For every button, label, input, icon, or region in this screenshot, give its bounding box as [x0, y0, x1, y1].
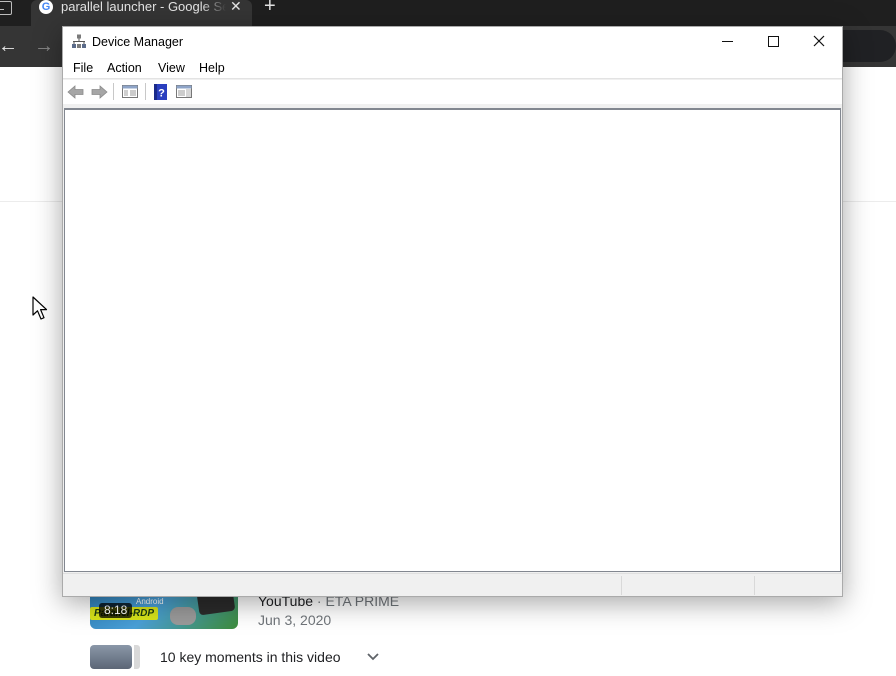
key-moment-thumbnail[interactable] — [90, 645, 132, 669]
action-pane-icon[interactable] — [175, 83, 193, 101]
device-manager-window: Device Manager File Action View Help ? — [62, 26, 843, 597]
status-pane — [621, 576, 754, 595]
device-manager-icon — [72, 34, 86, 48]
tab-strip-icon[interactable] — [0, 1, 12, 15]
status-bar — [63, 573, 842, 596]
help-icon[interactable]: ? — [152, 83, 170, 101]
browser-tab-bar: G parallel launcher - Google Search ✕ + — [0, 0, 896, 26]
menu-action[interactable]: Action — [107, 60, 142, 76]
menu-help[interactable]: Help — [199, 60, 225, 76]
video-duration-badge: 8:18 — [99, 603, 133, 618]
close-icon[interactable] — [796, 27, 842, 56]
toolbar-separator — [113, 83, 114, 100]
maximize-icon[interactable] — [750, 27, 796, 56]
menu-view[interactable]: View — [158, 60, 185, 76]
chevron-down-icon[interactable] — [366, 650, 380, 664]
back-icon[interactable] — [67, 83, 85, 101]
forward-arrow-icon[interactable]: → — [34, 34, 54, 58]
result-date: Jun 3, 2020 — [258, 612, 332, 628]
minimize-icon[interactable] — [704, 27, 750, 56]
tab-close-icon[interactable]: ✕ — [230, 0, 242, 14]
toolbar-separator — [145, 83, 146, 100]
forward-icon[interactable] — [90, 83, 108, 101]
browser-tab[interactable]: G parallel launcher - Google Search ✕ — [31, 0, 252, 26]
controller-graphic — [170, 607, 196, 625]
menu-bar: File Action View Help — [63, 56, 842, 79]
back-arrow-icon[interactable]: ← — [0, 34, 18, 58]
key-moments-label[interactable]: 10 key moments in this video — [160, 649, 341, 665]
show-hide-console-tree-icon[interactable] — [121, 83, 139, 101]
thumbnail-subtitle: Android — [136, 597, 164, 606]
tab-title: parallel launcher - Google Search — [61, 0, 226, 14]
device-tree-pane[interactable] — [64, 108, 841, 572]
mouse-cursor-icon — [32, 296, 48, 320]
toolbar: ? — [63, 80, 842, 104]
key-moment-thumbnail-stack — [134, 645, 140, 669]
svg-text:?: ? — [158, 88, 165, 100]
menu-file[interactable]: File — [73, 60, 93, 76]
new-tab-button[interactable]: + — [264, 0, 276, 16]
google-favicon-icon: G — [39, 0, 53, 14]
title-bar[interactable]: Device Manager — [63, 27, 842, 56]
status-pane — [754, 576, 840, 595]
window-title: Device Manager — [92, 35, 184, 49]
close-x-glyph — [813, 35, 825, 47]
